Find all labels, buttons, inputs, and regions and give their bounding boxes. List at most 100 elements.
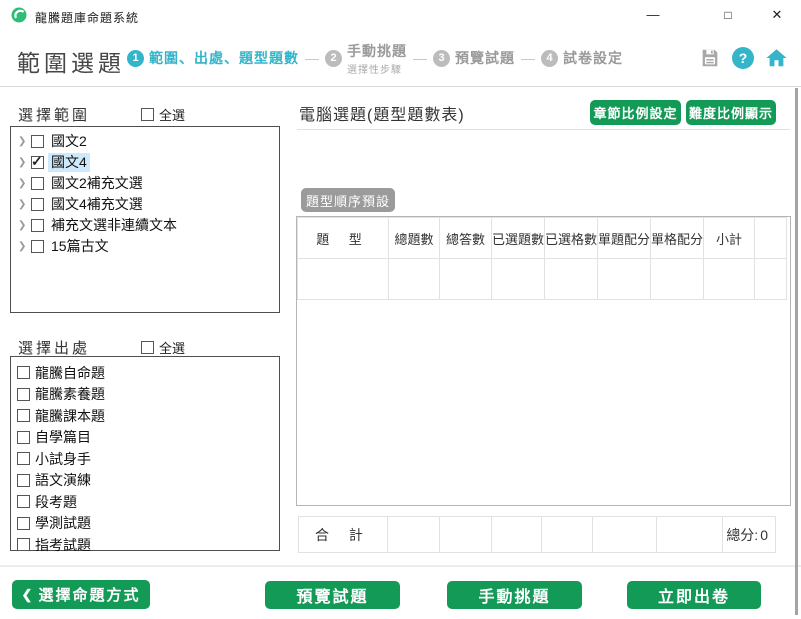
summary-label: 合 計 xyxy=(299,517,388,553)
tree-item[interactable]: ❯ 國文4補充文選 xyxy=(11,194,279,215)
list-item-label[interactable]: 自學篇目 xyxy=(35,427,91,447)
checkbox[interactable] xyxy=(17,452,30,465)
chevron-right-icon[interactable]: ❯ xyxy=(18,220,31,231)
list-item-label[interactable]: 龍騰素養題 xyxy=(35,384,105,404)
list-item[interactable]: 龍騰課本題 xyxy=(11,405,279,427)
minimize-button[interactable]: — xyxy=(640,3,666,27)
type-order-button[interactable]: 題型順序預設 xyxy=(301,188,395,212)
list-item[interactable]: 段考題 xyxy=(11,491,279,513)
table-cell xyxy=(440,259,492,300)
checkbox[interactable] xyxy=(17,409,30,422)
step-4: 4 試卷設定 xyxy=(541,48,623,68)
total-score-label: 總分: xyxy=(726,527,758,543)
tree-item[interactable]: ❯ 補充文選非連續文本 xyxy=(11,215,279,236)
tree-item[interactable]: ❯ 國文2補充文選 xyxy=(11,173,279,194)
table-row xyxy=(298,259,787,300)
checkbox[interactable] xyxy=(17,517,30,530)
list-item[interactable]: 龍騰自命題 xyxy=(11,362,279,384)
list-item-label[interactable]: 小試身手 xyxy=(35,449,91,469)
range-select-all-label[interactable]: 全選 xyxy=(159,105,185,124)
tree-item-label[interactable]: 國文4補充文選 xyxy=(48,195,146,214)
column-header: 小計 xyxy=(704,218,755,259)
checkbox[interactable] xyxy=(17,474,30,487)
list-item-label[interactable]: 指考試題 xyxy=(35,535,91,555)
checkbox[interactable] xyxy=(17,388,30,401)
list-item-label[interactable]: 龍騰自命題 xyxy=(35,363,105,383)
source-select-all[interactable]: 全選 xyxy=(141,338,185,357)
tree-item-label[interactable]: 國文2 xyxy=(48,132,90,151)
tree-item-label[interactable]: 15篇古文 xyxy=(48,237,112,256)
step-3: 3 預覽試題 xyxy=(433,48,515,68)
window-edge xyxy=(795,88,798,615)
table-cell xyxy=(651,259,704,300)
checkbox[interactable] xyxy=(31,198,44,211)
summary-cell xyxy=(542,517,593,553)
checkbox[interactable] xyxy=(17,495,30,508)
checkbox[interactable] xyxy=(17,538,30,551)
checkbox[interactable] xyxy=(31,219,44,232)
table-cell xyxy=(755,259,787,300)
list-item[interactable]: 指考試題 xyxy=(11,534,279,556)
table-cell xyxy=(298,259,389,300)
list-item-label[interactable]: 語文演練 xyxy=(35,470,91,490)
generate-exam-button[interactable]: 立即出卷 xyxy=(627,581,761,609)
question-type-table-container: 題 型 總題數 總答數 已選題數 已選格數 單題配分 單格配分 小計 xyxy=(296,216,791,506)
source-list: 龍騰自命題 龍騰素養題 龍騰課本題 自學篇目 小試身手 語文演練 段考題 學測 xyxy=(10,356,280,551)
range-select-all-checkbox[interactable] xyxy=(141,108,154,121)
checkbox[interactable] xyxy=(17,366,30,379)
column-header: 題 型 xyxy=(298,218,389,259)
save-icon[interactable] xyxy=(699,47,721,69)
column-header: 已選格數 xyxy=(545,218,598,259)
summary-table: 合 計 總分:0 xyxy=(298,516,776,553)
step-separator: — xyxy=(521,50,535,66)
back-button[interactable]: ❮ 選擇命題方式 xyxy=(12,580,150,609)
summary-cell xyxy=(657,517,723,553)
tree-item-label[interactable]: 國文2補充文選 xyxy=(48,174,146,193)
checkbox[interactable] xyxy=(31,156,44,169)
help-icon[interactable]: ? xyxy=(732,47,754,69)
table-header-row: 題 型 總題數 總答數 已選題數 已選格數 單題配分 單格配分 小計 xyxy=(298,218,787,259)
range-panel-title: 選擇範圍 xyxy=(18,104,90,125)
page-header: 範圍選題 1 範圍、出處、題型題數 — 2 手動挑題 選擇性步驟 — 3 預覽試… xyxy=(0,30,801,87)
column-header: 單格配分 xyxy=(651,218,704,259)
tree-item-label[interactable]: 補充文選非連續文本 xyxy=(48,216,180,235)
difficulty-ratio-button[interactable]: 難度比例顯示 xyxy=(686,100,776,125)
back-button-label: 選擇命題方式 xyxy=(38,584,140,605)
chevron-right-icon[interactable]: ❯ xyxy=(18,178,31,189)
list-item-label[interactable]: 龍騰課本題 xyxy=(35,406,105,426)
source-select-all-label[interactable]: 全選 xyxy=(159,338,185,357)
checkbox[interactable] xyxy=(31,240,44,253)
checkbox[interactable] xyxy=(31,177,44,190)
checkbox[interactable] xyxy=(31,135,44,148)
column-header xyxy=(755,218,787,259)
close-button[interactable]: ✕ xyxy=(764,3,790,27)
maximize-button[interactable]: □ xyxy=(715,3,741,27)
home-icon[interactable] xyxy=(765,47,788,69)
checkbox[interactable] xyxy=(17,431,30,444)
list-item[interactable]: 語文演練 xyxy=(11,470,279,492)
step-separator: — xyxy=(413,50,427,66)
chevron-right-icon[interactable]: ❯ xyxy=(18,241,31,252)
chevron-right-icon[interactable]: ❯ xyxy=(18,136,31,147)
tree-item[interactable]: ❯ 國文2 xyxy=(11,131,279,152)
chevron-right-icon[interactable]: ❯ xyxy=(18,199,31,210)
column-header: 單題配分 xyxy=(598,218,651,259)
preview-questions-button[interactable]: 預覽試題 xyxy=(265,581,400,609)
manual-pick-button[interactable]: 手動挑題 xyxy=(447,581,582,609)
list-item-label[interactable]: 學測試題 xyxy=(35,513,91,533)
chevron-right-icon[interactable]: ❯ xyxy=(18,157,31,168)
range-select-all[interactable]: 全選 xyxy=(141,105,185,124)
tree-item[interactable]: ❯ 國文4 xyxy=(11,152,279,173)
list-item[interactable]: 小試身手 xyxy=(11,448,279,470)
list-item-label[interactable]: 段考題 xyxy=(35,492,77,512)
source-select-all-checkbox[interactable] xyxy=(141,341,154,354)
tree-item-label[interactable]: 國文4 xyxy=(48,153,90,172)
list-item[interactable]: 龍騰素養題 xyxy=(11,384,279,406)
chapter-ratio-button[interactable]: 章節比例設定 xyxy=(590,100,681,125)
footer-divider xyxy=(0,565,801,567)
list-item[interactable]: 學測試題 xyxy=(11,513,279,535)
list-item[interactable]: 自學篇目 xyxy=(11,427,279,449)
tree-item[interactable]: ❯ 15篇古文 xyxy=(11,236,279,257)
table-cell xyxy=(389,259,440,300)
summary-cell xyxy=(593,517,657,553)
